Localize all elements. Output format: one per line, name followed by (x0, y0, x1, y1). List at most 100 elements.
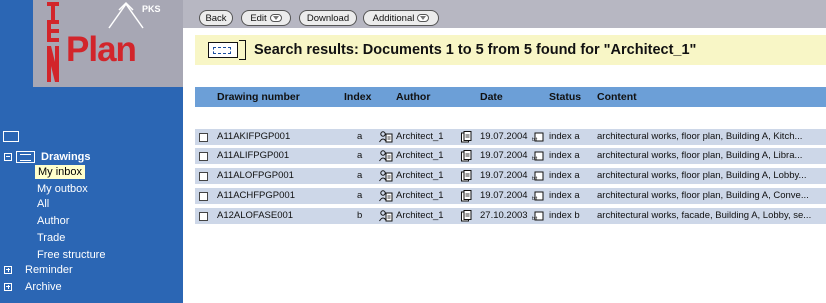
tree-node-archive[interactable]: Archive (4, 279, 62, 294)
content-cell: architectural works, floor plan, Buildin… (597, 190, 809, 201)
content-cell: architectural works, facade, Building A,… (597, 210, 812, 221)
row-select-checkbox[interactable] (199, 152, 208, 161)
reminder-label: Reminder (25, 263, 73, 276)
drawing-number-cell[interactable]: A11ALIFPGP001 (217, 148, 341, 164)
column-header-content[interactable]: Content (597, 87, 637, 107)
column-header-author[interactable]: Author (396, 87, 430, 107)
nav-item-trade[interactable]: Trade (37, 231, 65, 245)
back-button-label: Back (205, 12, 227, 24)
author-icon[interactable] (379, 170, 393, 182)
text-file-icon[interactable]: txt (532, 211, 544, 221)
author-cell: Architect_1 (396, 170, 444, 181)
index-cell: a (357, 190, 363, 201)
table-row[interactable]: A11AKIFPGP001 a Architect_1 19.07.2004 txt in… (195, 129, 826, 145)
text-file-icon[interactable]: txt (532, 132, 544, 142)
document-icon[interactable] (461, 170, 472, 182)
text-file-icon[interactable]: txt (532, 171, 544, 181)
dropdown-arrow-icon (269, 14, 282, 22)
index-cell: a (357, 131, 363, 142)
date-cell: 19.07.2004 (480, 190, 528, 201)
document-list-icon (208, 40, 246, 60)
nav-item-author[interactable]: Author (37, 214, 69, 228)
table-row[interactable]: A11ACHFPGP001 a Architect_1 19.07.2004 txt in… (195, 188, 826, 204)
table-row[interactable]: A11ALOFPGP001 a Architect_1 19.07.2004 txt in… (195, 168, 826, 184)
svg-text:txt: txt (532, 137, 538, 142)
dropdown-arrow-icon (417, 14, 430, 22)
logo-letter-e (47, 20, 59, 42)
window-toggle-icon[interactable] (3, 131, 19, 142)
download-button[interactable]: Download (299, 10, 357, 26)
row-select-checkbox[interactable] (199, 172, 208, 181)
column-header-index[interactable]: Index (344, 87, 371, 107)
drawing-number-cell[interactable]: A11ALOFPGP001 (217, 168, 341, 184)
text-file-icon[interactable]: txt (532, 191, 544, 201)
edit-button-label: Edit (250, 12, 267, 24)
sidebar: Plan PKS Drawings My inbox My outbox All… (0, 0, 183, 303)
expand-icon[interactable] (4, 282, 12, 291)
nav-item-all[interactable]: All (37, 197, 49, 211)
svg-text:txt: txt (532, 216, 538, 221)
collapse-icon[interactable] (4, 152, 12, 161)
document-icon[interactable] (461, 210, 472, 222)
author-cell: Architect_1 (396, 210, 444, 221)
author-cell: Architect_1 (396, 150, 444, 161)
drawing-number-cell[interactable]: A11AKIFPGP001 (217, 129, 341, 145)
table-header: Drawing number Index Author Date Status … (195, 87, 826, 107)
download-button-label: Download (306, 12, 350, 24)
text-file-icon[interactable]: txt (532, 151, 544, 161)
row-select-checkbox[interactable] (199, 192, 208, 201)
toolbar: Back Edit Download Additional (183, 0, 826, 28)
table-row[interactable]: A11ALIFPGP001 a Architect_1 19.07.2004 txt in… (195, 148, 826, 164)
column-header-drawing-number[interactable]: Drawing number (217, 87, 300, 107)
additional-button-label: Additional (372, 12, 415, 24)
content-cell: architectural works, floor plan, Buildin… (597, 170, 807, 181)
content-cell: architectural works, floor plan, Buildin… (597, 150, 803, 161)
drawing-number-cell[interactable]: A12ALOFASE001 (217, 208, 341, 224)
document-icon[interactable] (461, 190, 472, 202)
column-header-status[interactable]: Status (549, 87, 581, 107)
logo-letter-t (47, 2, 59, 20)
date-cell: 27.10.2003 (480, 210, 528, 221)
nav-item-my-outbox[interactable]: My outbox (37, 182, 88, 196)
author-icon[interactable] (379, 190, 393, 202)
search-results-title: Search results: Documents 1 to 5 from 5 … (254, 42, 697, 58)
author-cell: Architect_1 (396, 131, 444, 142)
drawing-number-cell[interactable]: A11ACHFPGP001 (217, 188, 341, 204)
status-cell: index a (549, 150, 580, 161)
author-cell: Architect_1 (396, 190, 444, 201)
row-select-checkbox[interactable] (199, 212, 208, 221)
content-cell: architectural works, floor plan, Buildin… (597, 131, 803, 142)
index-cell: a (357, 150, 363, 161)
drawings-label: Drawings (41, 150, 91, 163)
back-button[interactable]: Back (199, 10, 233, 26)
column-header-date[interactable]: Date (480, 87, 503, 107)
logo-badge: PKS (142, 4, 161, 14)
row-select-checkbox[interactable] (199, 133, 208, 142)
document-icon[interactable] (461, 131, 472, 143)
svg-text:txt: txt (532, 176, 538, 181)
logo-arrows-icon (108, 1, 144, 29)
index-cell: b (357, 210, 363, 221)
archive-label: Archive (25, 280, 62, 293)
tree-node-reminder[interactable]: Reminder (4, 262, 73, 277)
expand-icon[interactable] (4, 265, 12, 274)
author-icon[interactable] (379, 131, 393, 143)
status-cell: index a (549, 131, 580, 142)
author-icon[interactable] (379, 150, 393, 162)
edit-button[interactable]: Edit (241, 10, 291, 26)
date-cell: 19.07.2004 (480, 150, 528, 161)
document-icon[interactable] (461, 150, 472, 162)
svg-text:txt: txt (532, 156, 538, 161)
logo-letter-n (47, 46, 59, 82)
nav-item-free-structure[interactable]: Free structure (37, 248, 105, 262)
table-row[interactable]: A12ALOFASE001 b Architect_1 27.10.2003 txt in… (195, 208, 826, 224)
status-cell: index a (549, 190, 580, 201)
tree-node-drawings[interactable]: Drawings (4, 149, 91, 164)
index-cell: a (357, 170, 363, 181)
status-cell: index b (549, 210, 580, 221)
app-logo: Plan PKS (33, 0, 183, 87)
status-cell: index a (549, 170, 580, 181)
nav-item-my-inbox[interactable]: My inbox (35, 165, 86, 179)
author-icon[interactable] (379, 210, 393, 222)
additional-button[interactable]: Additional (363, 10, 439, 26)
